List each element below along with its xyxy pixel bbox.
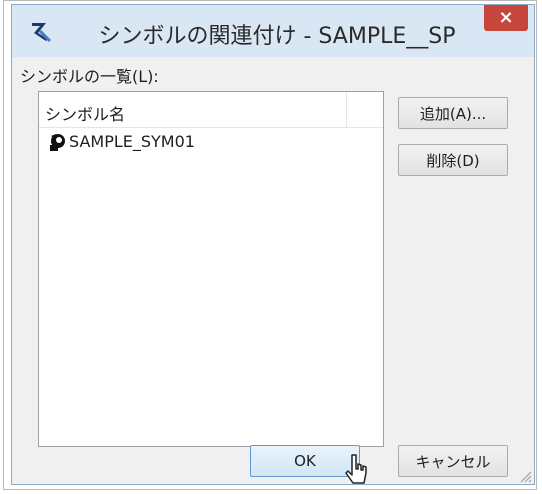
- close-button[interactable]: ×: [484, 5, 528, 31]
- list-caption: シンボルの一覧(L):: [20, 67, 159, 86]
- close-icon: ×: [498, 7, 514, 28]
- title-bar[interactable]: シンボルの関連付け - SAMPLE__SP ×: [12, 5, 534, 57]
- window-title: シンボルの関連付け - SAMPLE__SP: [98, 24, 456, 49]
- cancel-button[interactable]: キャンセル: [398, 445, 508, 477]
- add-button[interactable]: 追加(A)...: [398, 97, 508, 129]
- column-header-symbol-name[interactable]: シンボル名: [39, 92, 347, 127]
- app-logo-icon: [32, 23, 52, 43]
- symbol-list[interactable]: シンボル名 SAMPLE_SYM01: [38, 91, 384, 447]
- list-header: シンボル名: [39, 92, 383, 128]
- list-item[interactable]: SAMPLE_SYM01: [39, 130, 383, 156]
- list-item-label: SAMPLE_SYM01: [69, 132, 195, 151]
- resize-grip-icon[interactable]: [518, 469, 532, 483]
- mouse-pointer-icon: [345, 454, 367, 484]
- symbol-icon: [50, 134, 65, 151]
- delete-button[interactable]: 削除(D): [398, 144, 508, 176]
- symbol-association-dialog: シンボルの関連付け - SAMPLE__SP × シンボルの一覧(L): シンボ…: [11, 4, 535, 485]
- column-header-label: シンボル名: [45, 105, 126, 124]
